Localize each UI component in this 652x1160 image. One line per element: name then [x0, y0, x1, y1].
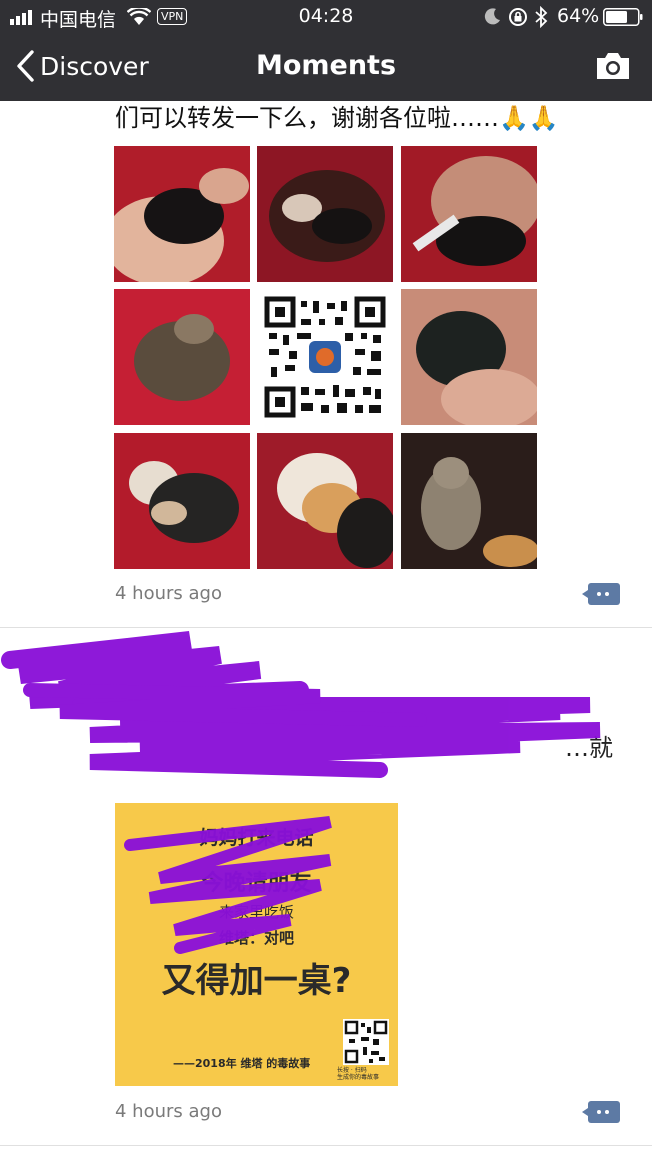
battery-icon [603, 8, 643, 26]
poster-qr-code-icon [343, 1019, 389, 1065]
qr-code-image[interactable] [257, 289, 393, 425]
comment-button[interactable] [582, 583, 620, 605]
photo-thumbnail[interactable] [114, 433, 250, 569]
poster-line: 来家里吃饭 [218, 903, 294, 921]
post-timestamp: 4 hours ago [115, 583, 222, 604]
photo-thumbnail[interactable] [401, 146, 537, 282]
status-time: 04:28 [298, 5, 354, 27]
photo-thumbnail[interactable] [401, 289, 537, 425]
photo-thumbnail[interactable] [257, 146, 393, 282]
do-not-disturb-icon [484, 8, 500, 25]
bluetooth-icon [535, 6, 548, 28]
poster-headline: 又得加一桌? [161, 961, 352, 1001]
post-divider [0, 1145, 652, 1146]
poster-line: 维塔：对吧 [218, 929, 294, 947]
navigation-bar: Discover Moments [0, 34, 652, 101]
status-bar: 中国电信 VPN 04:28 64% [0, 0, 652, 34]
rotation-lock-icon [509, 8, 527, 26]
more-dots-icon [597, 592, 611, 596]
post-timestamp: 4 hours ago [115, 1101, 222, 1122]
comment-button[interactable] [582, 1101, 620, 1123]
photo-thumbnail[interactable] [114, 146, 250, 282]
poster-line: 妈妈打来电话 [199, 827, 314, 849]
poster-image[interactable]: 妈妈打来电话 今晚请朋友 来家里吃饭 维塔：对吧 又得加一桌? ——2018年 … [115, 803, 398, 1086]
poster-footer: ——2018年 维塔 的毒故事 [173, 1057, 311, 1070]
top-bar: 中国电信 VPN 04:28 64% Discover Moments [0, 0, 652, 101]
post-divider [0, 627, 652, 628]
photo-grid [114, 146, 537, 569]
photo-thumbnail[interactable] [114, 289, 250, 425]
camera-icon[interactable] [594, 50, 632, 82]
photo-thumbnail[interactable] [401, 433, 537, 569]
post-text: 们可以转发一下么，谢谢各位啦……🙏🙏 [115, 104, 559, 132]
poster-qr-caption: 长按 · 扫码 生成你的毒故事 [337, 1067, 380, 1081]
battery-percent: 64% [557, 5, 600, 27]
page-title: Moments [255, 50, 397, 81]
more-dots-icon [597, 1110, 611, 1114]
photo-thumbnail[interactable] [257, 433, 393, 569]
post-text-line: …就 [565, 734, 613, 762]
poster-line: 今晚请朋友 [201, 871, 312, 896]
